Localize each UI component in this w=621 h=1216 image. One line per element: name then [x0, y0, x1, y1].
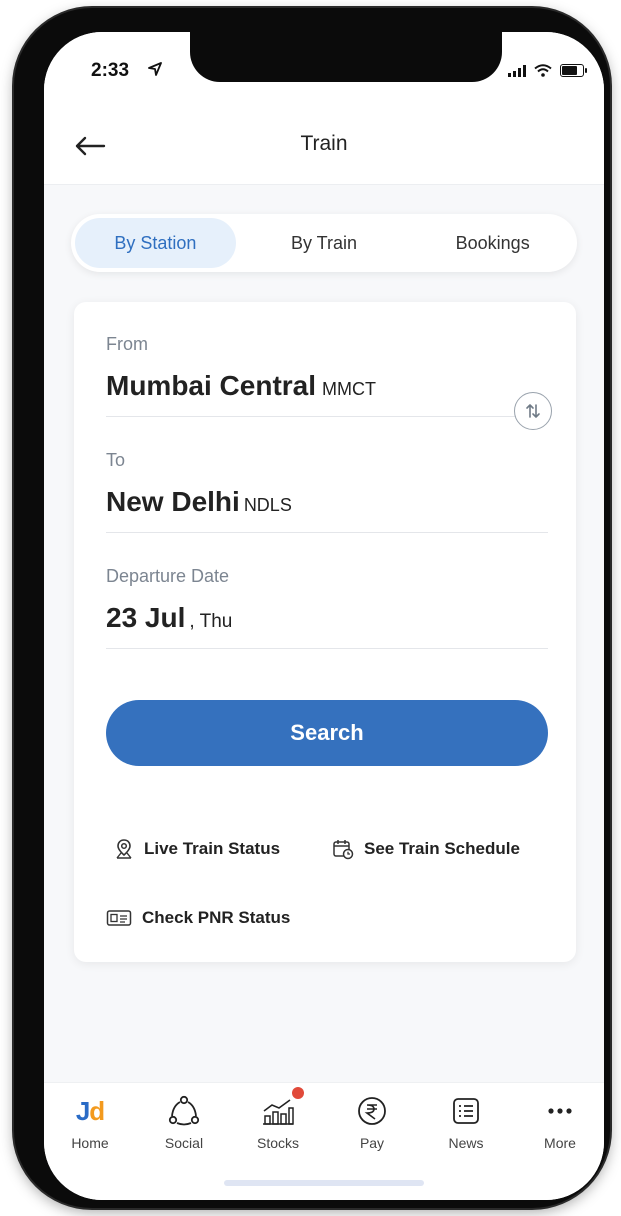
- check-pnr-status-link[interactable]: Check PNR Status: [106, 908, 290, 928]
- news-icon: [451, 1093, 481, 1129]
- jd-logo-icon: Jd: [75, 1095, 105, 1126]
- swap-stations-button[interactable]: [514, 392, 552, 430]
- to-station: New Delhi: [106, 486, 240, 517]
- battery-icon: [560, 64, 587, 77]
- from-station-code: MMCT: [322, 379, 377, 399]
- departure-date-field[interactable]: Departure Date 23 Jul, Thu: [106, 564, 548, 649]
- wifi-icon: [534, 64, 552, 77]
- location-pin-icon: [116, 839, 132, 859]
- departure-date: 23 Jul: [106, 602, 186, 633]
- nav-label-news: News: [448, 1135, 484, 1151]
- nav-label-more: More: [544, 1135, 576, 1151]
- from-label: From: [106, 334, 148, 354]
- nav-item-more[interactable]: More: [520, 1093, 600, 1151]
- social-icon: [167, 1093, 201, 1129]
- from-field[interactable]: From Mumbai Central MMCT: [106, 332, 526, 417]
- to-field[interactable]: To New Delhi NDLS: [106, 448, 548, 533]
- ticket-icon: [106, 910, 132, 926]
- screen: 2:33 Train By Station By Train Bookings …: [44, 32, 604, 1200]
- rupee-icon: [356, 1093, 388, 1129]
- nav-item-home[interactable]: Jd Home: [50, 1093, 130, 1152]
- search-button[interactable]: Search: [106, 700, 548, 766]
- from-station: Mumbai Central: [106, 370, 317, 401]
- calendar-clock-icon: [333, 840, 354, 860]
- to-value: New Delhi NDLS: [106, 486, 292, 518]
- page-title: Train: [300, 132, 348, 155]
- live-train-status-link[interactable]: Live Train Status: [114, 838, 280, 860]
- stocks-icon: [260, 1087, 304, 1129]
- to-label: To: [106, 450, 126, 470]
- home-indicator[interactable]: [224, 1180, 424, 1186]
- departure-date-value: 23 Jul, Thu: [106, 602, 232, 634]
- check-pnr-status-label: Check PNR Status: [142, 908, 291, 927]
- status-time: 2:33: [91, 60, 130, 81]
- nav-item-news[interactable]: News: [426, 1093, 506, 1151]
- location-arrow-icon: [148, 62, 162, 76]
- notification-dot: [292, 1087, 304, 1099]
- departure-day: , Thu: [189, 611, 233, 632]
- swap-icon: [526, 404, 540, 418]
- departure-date-label: Departure Date: [106, 566, 230, 586]
- nav-item-stocks[interactable]: Stocks: [238, 1087, 318, 1151]
- see-train-schedule-label: See Train Schedule: [364, 839, 520, 858]
- signal-icon: [508, 64, 526, 77]
- search-form-card: From Mumbai Central MMCT To New Delhi NDLS…: [74, 302, 576, 962]
- tab-by-station[interactable]: By Station: [75, 218, 236, 268]
- nav-label-home: Home: [71, 1135, 109, 1151]
- tab-by-train[interactable]: By Train: [244, 218, 405, 268]
- nav-label-stocks: Stocks: [256, 1135, 299, 1151]
- nav-item-social[interactable]: Social: [144, 1093, 224, 1151]
- nav-label-pay: Pay: [359, 1135, 385, 1151]
- nav-label-social: Social: [164, 1135, 204, 1151]
- more-icon: [545, 1093, 575, 1129]
- from-value: Mumbai Central MMCT: [106, 370, 376, 402]
- nav-item-pay[interactable]: Pay: [332, 1093, 412, 1151]
- live-train-status-label: Live Train Status: [144, 839, 281, 858]
- status-icons: [508, 64, 587, 77]
- phone-frame: 2:33 Train By Station By Train Bookings …: [14, 8, 610, 1208]
- search-mode-tabs: By Station By Train Bookings: [71, 214, 577, 272]
- to-station-code: NDLS: [243, 495, 292, 515]
- see-train-schedule-link[interactable]: See Train Schedule: [332, 838, 520, 860]
- tab-bookings[interactable]: Bookings: [412, 218, 573, 268]
- notch: [190, 32, 502, 82]
- header: Train: [44, 108, 604, 185]
